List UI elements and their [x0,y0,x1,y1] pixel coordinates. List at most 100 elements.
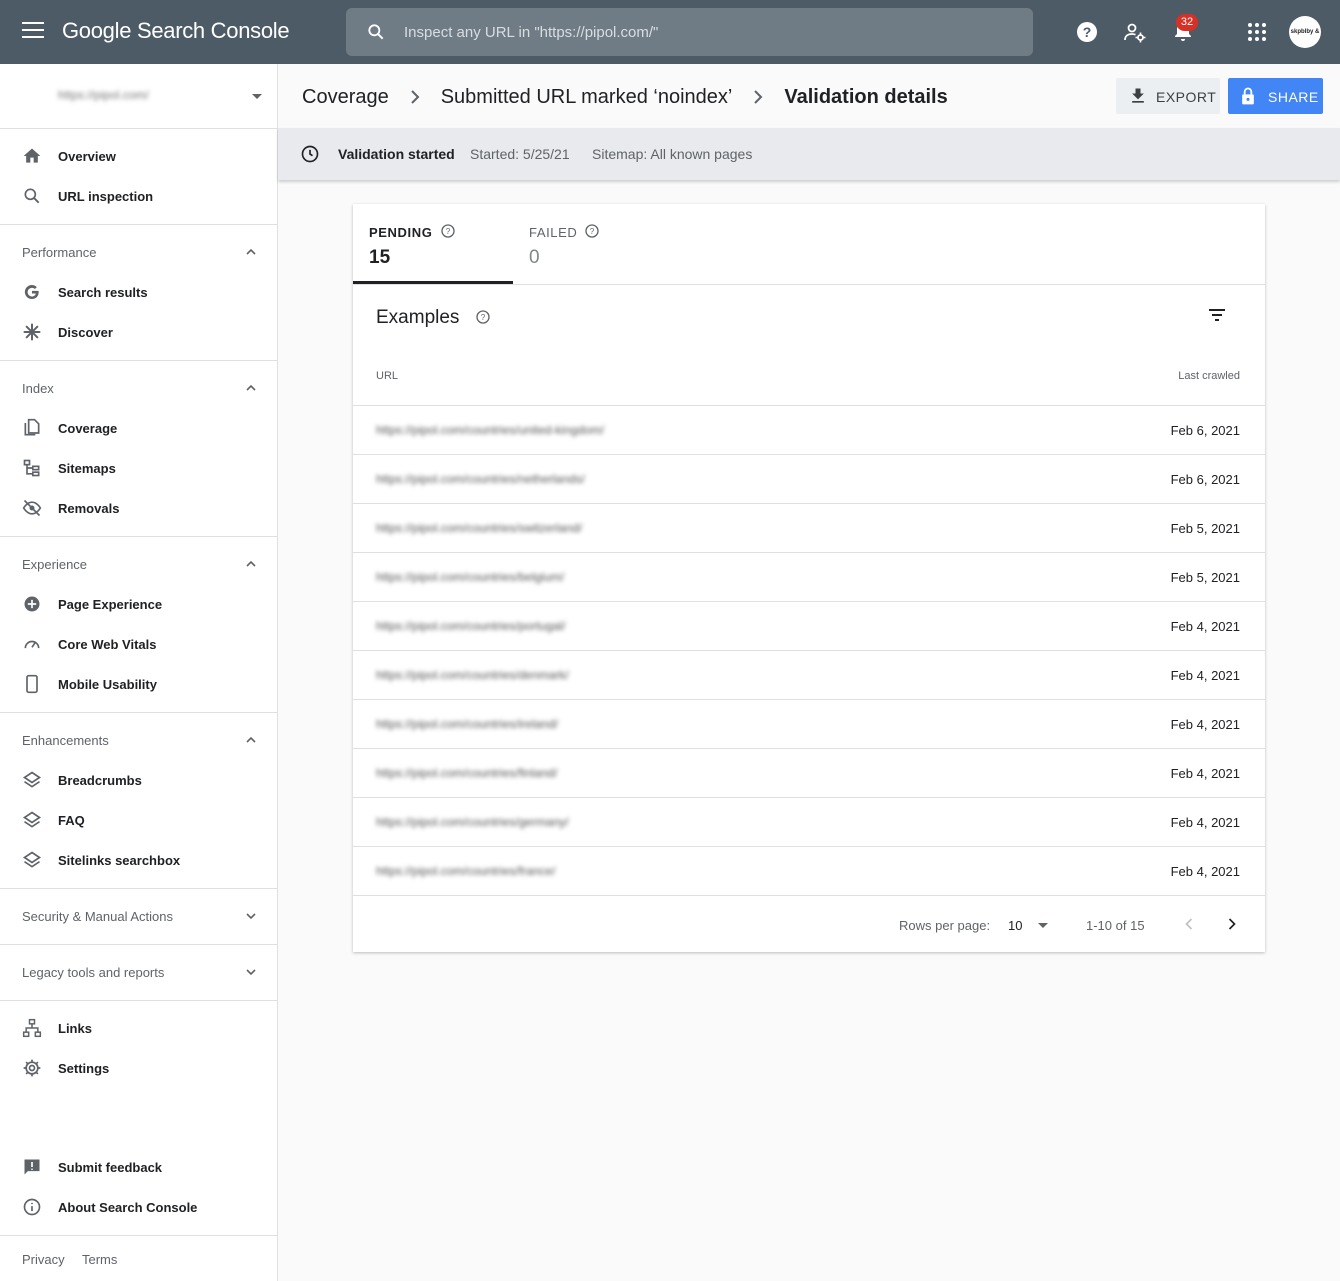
property-selector[interactable]: https://pipol.com/ [0,64,277,129]
lock-icon [1242,87,1254,105]
table-row[interactable]: https://pipol.com/countries/ireland/Feb … [353,699,1265,748]
info-icon [23,1198,41,1216]
sidebar-item-url-inspection[interactable]: URL inspection [0,176,277,216]
tab-pending[interactable]: PENDING ? 15 [353,204,513,284]
sidebar-item-about[interactable]: About Search Console [0,1187,277,1227]
sidebar-item-label: Removals [58,501,120,516]
table-row[interactable]: https://pipol.com/countries/denmark/Feb … [353,650,1265,699]
table-row[interactable]: https://pipol.com/countries/finland/Feb … [353,748,1265,797]
pagination: Rows per page: 10 1-10 of 15 [353,895,1265,952]
validation-sitemap: Sitemap: All known pages [592,146,753,162]
url-inspect-search[interactable] [346,8,1033,56]
filter-icon[interactable] [1206,305,1228,325]
divider [353,284,1265,285]
row-url: https://pipol.com/countries/germany/ [376,815,569,829]
share-button[interactable]: SHARE [1228,78,1323,114]
divider [0,888,277,889]
sidebar-item-coverage[interactable]: Coverage [0,408,277,448]
sidebar-item-label: Overview [58,149,116,164]
chevron-right-icon[interactable] [1222,914,1242,934]
table-row[interactable]: https://pipol.com/countries/switzerland/… [353,503,1265,552]
breadcrumb-issue[interactable]: Submitted URL marked ‘noindex’ [441,86,733,109]
app-title[interactable]: Google Search Console [62,18,290,44]
row-url: https://pipol.com/countries/united-kingd… [376,423,605,437]
dropdown-caret-icon[interactable] [1038,923,1048,928]
search-icon [368,24,384,40]
sidebar-item-mobile-usability[interactable]: Mobile Usability [0,664,277,704]
privacy-link[interactable]: Privacy [22,1252,65,1267]
export-button[interactable]: EXPORT [1116,78,1220,114]
sidebar-item-submit-feedback[interactable]: Submit feedback [0,1147,277,1187]
svg-text:?: ? [481,313,486,322]
download-icon [1132,88,1144,103]
apps-grid-icon[interactable] [1245,20,1269,44]
table-row[interactable]: https://pipol.com/countries/france/Feb 4… [353,846,1265,895]
table-row[interactable]: https://pipol.com/countries/portugal/Feb… [353,601,1265,650]
page-range: 1-10 of 15 [1086,918,1145,933]
table-row[interactable]: https://pipol.com/countries/belgium/Feb … [353,552,1265,601]
divider [0,1000,277,1001]
section-label: Experience [22,557,88,572]
user-settings-icon[interactable] [1123,20,1147,44]
feedback-icon [24,1159,40,1175]
sidebar-item-page-experience[interactable]: Page Experience [0,584,277,624]
chevron-right-icon [411,90,420,104]
column-header-url[interactable]: URL [376,370,398,382]
section-index[interactable]: Index [0,368,277,408]
sidebar-item-breadcrumbs[interactable]: Breadcrumbs [0,760,277,800]
section-legacy-tools[interactable]: Legacy tools and reports [0,952,277,992]
row-url: https://pipol.com/countries/belgium/ [376,570,565,584]
sidebar-item-core-web-vitals[interactable]: Core Web Vitals [0,624,277,664]
top-app-bar: Google Search Console ? 32 skpblby & co [0,0,1340,64]
section-label: Security & Manual Actions [22,909,174,924]
sidebar-item-settings[interactable]: Settings [0,1048,277,1088]
divider [0,712,277,713]
sidebar-item-sitelinks-searchbox[interactable]: Sitelinks searchbox [0,840,277,880]
help-outline-icon[interactable]: ? [440,223,456,239]
sidebar-item-label: Sitemaps [58,461,116,476]
section-security-manual-actions[interactable]: Security & Manual Actions [0,896,277,936]
sidebar-item-discover[interactable]: Discover [0,312,277,352]
terms-link[interactable]: Terms [82,1252,117,1267]
sidebar-item-label: Submit feedback [58,1160,163,1175]
sidebar-item-overview[interactable]: Overview [0,136,277,176]
section-enhancements[interactable]: Enhancements [0,720,277,760]
section-performance[interactable]: Performance [0,232,277,272]
validation-status: Validation started [338,146,455,162]
tab-failed[interactable]: FAILED ? 0 [513,204,663,284]
sidebar-item-links[interactable]: Links [0,1008,277,1048]
row-date: Feb 4, 2021 [1170,668,1240,683]
row-url: https://pipol.com/countries/switzerland/ [376,521,583,535]
phone-icon [26,674,38,694]
breadcrumb-coverage[interactable]: Coverage [302,86,389,109]
sidebar-item-label: Links [58,1021,92,1036]
sidebar-item-search-results[interactable]: Search results [0,272,277,312]
breadcrumb: Coverage Submitted URL marked ‘noindex’ … [302,84,948,110]
help-outline-icon[interactable]: ? [475,309,491,325]
help-icon[interactable]: ? [1075,20,1099,44]
sidebar-item-sitemaps[interactable]: Sitemaps [0,448,277,488]
links-icon [22,1018,42,1038]
table-row[interactable]: https://pipol.com/countries/germany/Feb … [353,797,1265,846]
menu-icon[interactable] [22,22,44,42]
svg-text:?: ? [590,227,595,236]
row-date: Feb 6, 2021 [1170,423,1240,438]
search-input[interactable] [404,20,1004,44]
column-header-last-crawled[interactable]: Last crawled [1178,370,1240,382]
sidebar-item-label: Breadcrumbs [58,773,142,788]
table-row[interactable]: https://pipol.com/countries/united-kingd… [353,405,1265,454]
account-avatar[interactable]: skpblby & co [1289,16,1321,48]
sidebar-item-removals[interactable]: Removals [0,488,277,528]
table-row[interactable]: https://pipol.com/countries/netherlands/… [353,454,1265,503]
layers-icon [22,851,42,868]
rows-per-page-select[interactable]: 10 [1008,918,1022,933]
row-date: Feb 5, 2021 [1170,521,1240,536]
chevron-down-icon [246,969,256,976]
section-experience[interactable]: Experience [0,544,277,584]
chevron-left-icon[interactable] [1179,914,1199,934]
help-outline-icon[interactable]: ? [584,223,600,239]
row-date: Feb 4, 2021 [1170,815,1240,830]
search-icon [24,188,40,204]
divider [0,944,277,945]
sidebar-item-faq[interactable]: FAQ [0,800,277,840]
